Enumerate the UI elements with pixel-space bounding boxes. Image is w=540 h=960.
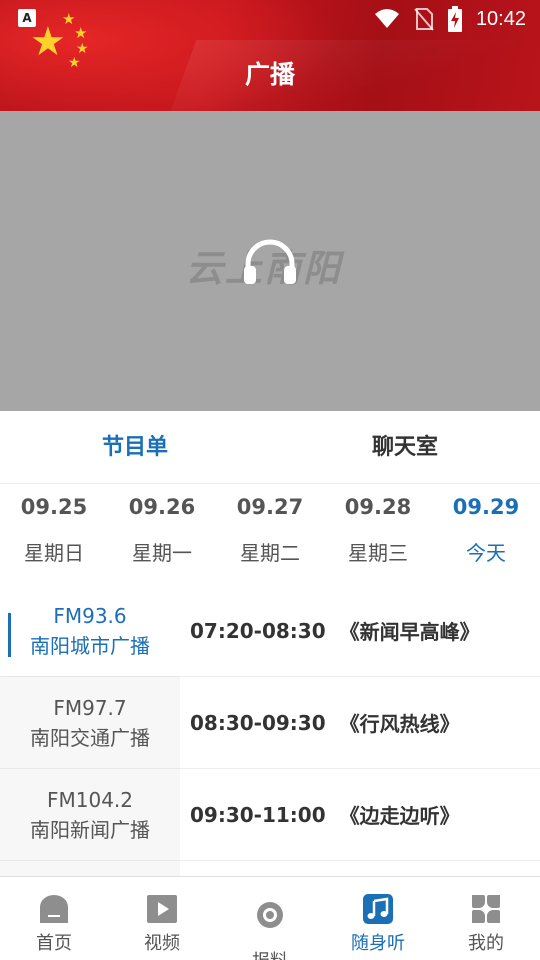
date-item[interactable]: 09.26 星期一	[108, 485, 216, 580]
date-weekday: 星期三	[348, 541, 408, 565]
station-name: 南阳城市广播	[30, 633, 150, 658]
date-number: 09.28	[344, 495, 412, 519]
station-frequency: FM97.7	[53, 695, 127, 720]
status-icons: 10:42	[374, 6, 526, 32]
header: ★ ★ ★ ★ ★ A 10:42 广播	[0, 0, 540, 111]
date-weekday: 星期日	[24, 541, 84, 565]
date-item-today[interactable]: 09.29 今天	[432, 485, 540, 580]
music-note-icon	[363, 894, 393, 924]
station-item[interactable]: FM93.6 南阳城市广播	[0, 585, 180, 677]
station-name: 南阳新闻广播	[30, 817, 150, 842]
station-frequency: FM93.6	[53, 603, 127, 628]
small-star-icon: ★	[76, 41, 89, 57]
date-number: 09.27	[236, 495, 304, 519]
nav-label: 首页	[36, 933, 72, 954]
program-time: 07:20-08:30	[190, 618, 326, 643]
video-icon	[147, 895, 177, 923]
date-number: 09.29	[452, 495, 520, 519]
nav-label: 我的	[468, 933, 504, 954]
program-time: 08:30-09:30	[190, 710, 326, 735]
date-item[interactable]: 09.28 星期三	[324, 485, 432, 580]
bottom-navigation: 首页 视频 报料 随身听	[0, 876, 540, 960]
tab-chat-room[interactable]: 聊天室	[270, 411, 540, 483]
program-item[interactable]: 07:20-08:30 《新闻早高峰》	[180, 585, 540, 677]
date-number: 09.25	[20, 495, 88, 519]
nav-video[interactable]: 视频	[108, 877, 216, 960]
battery-charging-icon	[447, 6, 462, 32]
program-item[interactable]: 09:30-11:00 《边走边听》	[180, 769, 540, 861]
nav-mine[interactable]: 我的	[432, 877, 540, 960]
nav-label: 报料	[216, 947, 324, 960]
broadcast-screen: ★ ★ ★ ★ ★ A 10:42 广播 云上南阳 节目单 聊天室 09.25 …	[0, 0, 540, 960]
nav-label: 随身听	[351, 933, 405, 954]
report-icon	[257, 902, 283, 928]
program-title: 《行风热线》	[339, 712, 460, 736]
program-schedule: 07:20-08:30 《新闻早高峰》 08:30-09:30 《行风热线》 0…	[180, 585, 540, 877]
audio-player-area[interactable]: 云上南阳	[0, 111, 540, 411]
no-sim-icon	[414, 8, 434, 31]
program-item[interactable]: 08:30-09:30 《行风热线》	[180, 677, 540, 769]
date-weekday: 今天	[466, 541, 506, 565]
clock: 10:42	[475, 7, 526, 30]
program-title: 《边走边听》	[339, 804, 460, 828]
station-item[interactable]: FM104.2 南阳新闻广播	[0, 769, 180, 861]
station-item[interactable]: FM97.7 南阳交通广播	[0, 677, 180, 769]
program-time: 09:30-11:00	[190, 802, 326, 827]
tab-program-list[interactable]: 节目单	[0, 411, 270, 483]
date-weekday: 星期二	[240, 541, 300, 565]
page-title: 广播	[244, 60, 295, 89]
nav-report[interactable]: 报料	[216, 877, 324, 960]
home-icon	[40, 895, 68, 923]
headphones-icon[interactable]	[242, 236, 298, 286]
status-bar: A 10:42	[0, 0, 540, 38]
station-name: 南阳交通广播	[30, 725, 150, 750]
date-selector: 09.25 星期日 09.26 星期一 09.27 星期二 09.28 星期三 …	[0, 485, 540, 580]
program-title: 《新闻早高峰》	[339, 620, 480, 644]
app-notification-icon: A	[18, 9, 36, 27]
content-tabs: 节目单 聊天室	[0, 411, 540, 484]
wifi-icon	[374, 9, 399, 28]
nav-listen[interactable]: 随身听	[324, 877, 432, 960]
date-item[interactable]: 09.27 星期二	[216, 485, 324, 580]
date-item[interactable]: 09.25 星期日	[0, 485, 108, 580]
grid-icon	[472, 895, 500, 923]
station-frequency: FM104.2	[46, 787, 133, 812]
station-list: FM93.6 南阳城市广播 FM97.7 南阳交通广播 FM104.2 南阳新闻…	[0, 585, 180, 877]
nav-home[interactable]: 首页	[0, 877, 108, 960]
date-weekday: 星期一	[132, 541, 192, 565]
nav-label: 视频	[144, 933, 180, 954]
date-number: 09.26	[128, 495, 196, 519]
